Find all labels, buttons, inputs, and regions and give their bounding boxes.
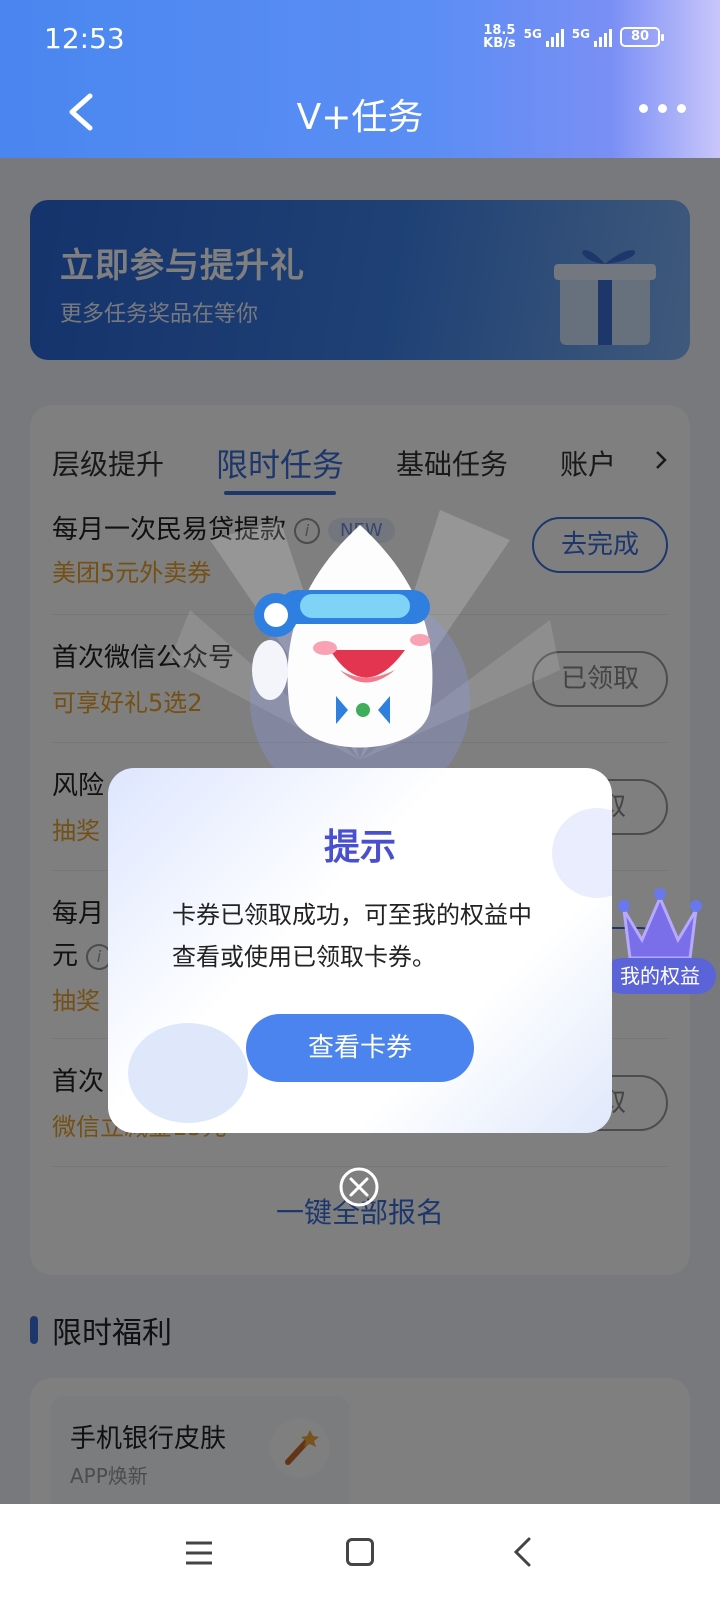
app-header: 12:53 18.5 KB/s 5G 5G 80 V+任务 (0, 0, 720, 158)
more-icon[interactable] (639, 104, 686, 113)
dialog-title: 提示 (323, 827, 396, 868)
net-speed: 18.5 KB/s (483, 23, 516, 51)
menu-icon[interactable] (184, 1540, 214, 1566)
battery-icon: 80 (620, 27, 664, 47)
close-icon[interactable] (338, 1166, 380, 1208)
view-coupon-button[interactable]: 查看卡券 (246, 1014, 474, 1082)
status-bar-icons: 18.5 KB/s 5G 5G 80 (483, 23, 664, 51)
signal-icon: 5G (524, 27, 564, 47)
tip-dialog: 提示 卡券已领取成功，可至我的权益中查看或使用已领取卡券。 查看卡券 (108, 768, 612, 1133)
home-icon[interactable] (346, 1538, 374, 1566)
system-nav-bar (0, 1504, 720, 1600)
dialog-message: 卡券已领取成功，可至我的权益中查看或使用已领取卡券。 (172, 901, 532, 971)
my-benefits-badge[interactable]: 我的权益 (604, 958, 716, 994)
status-time: 12:53 (44, 22, 125, 55)
back-icon[interactable] (512, 1536, 532, 1568)
page-title: V+任务 (296, 97, 424, 138)
mascot-illustration (252, 525, 433, 748)
signal-icon: 5G (572, 27, 612, 47)
